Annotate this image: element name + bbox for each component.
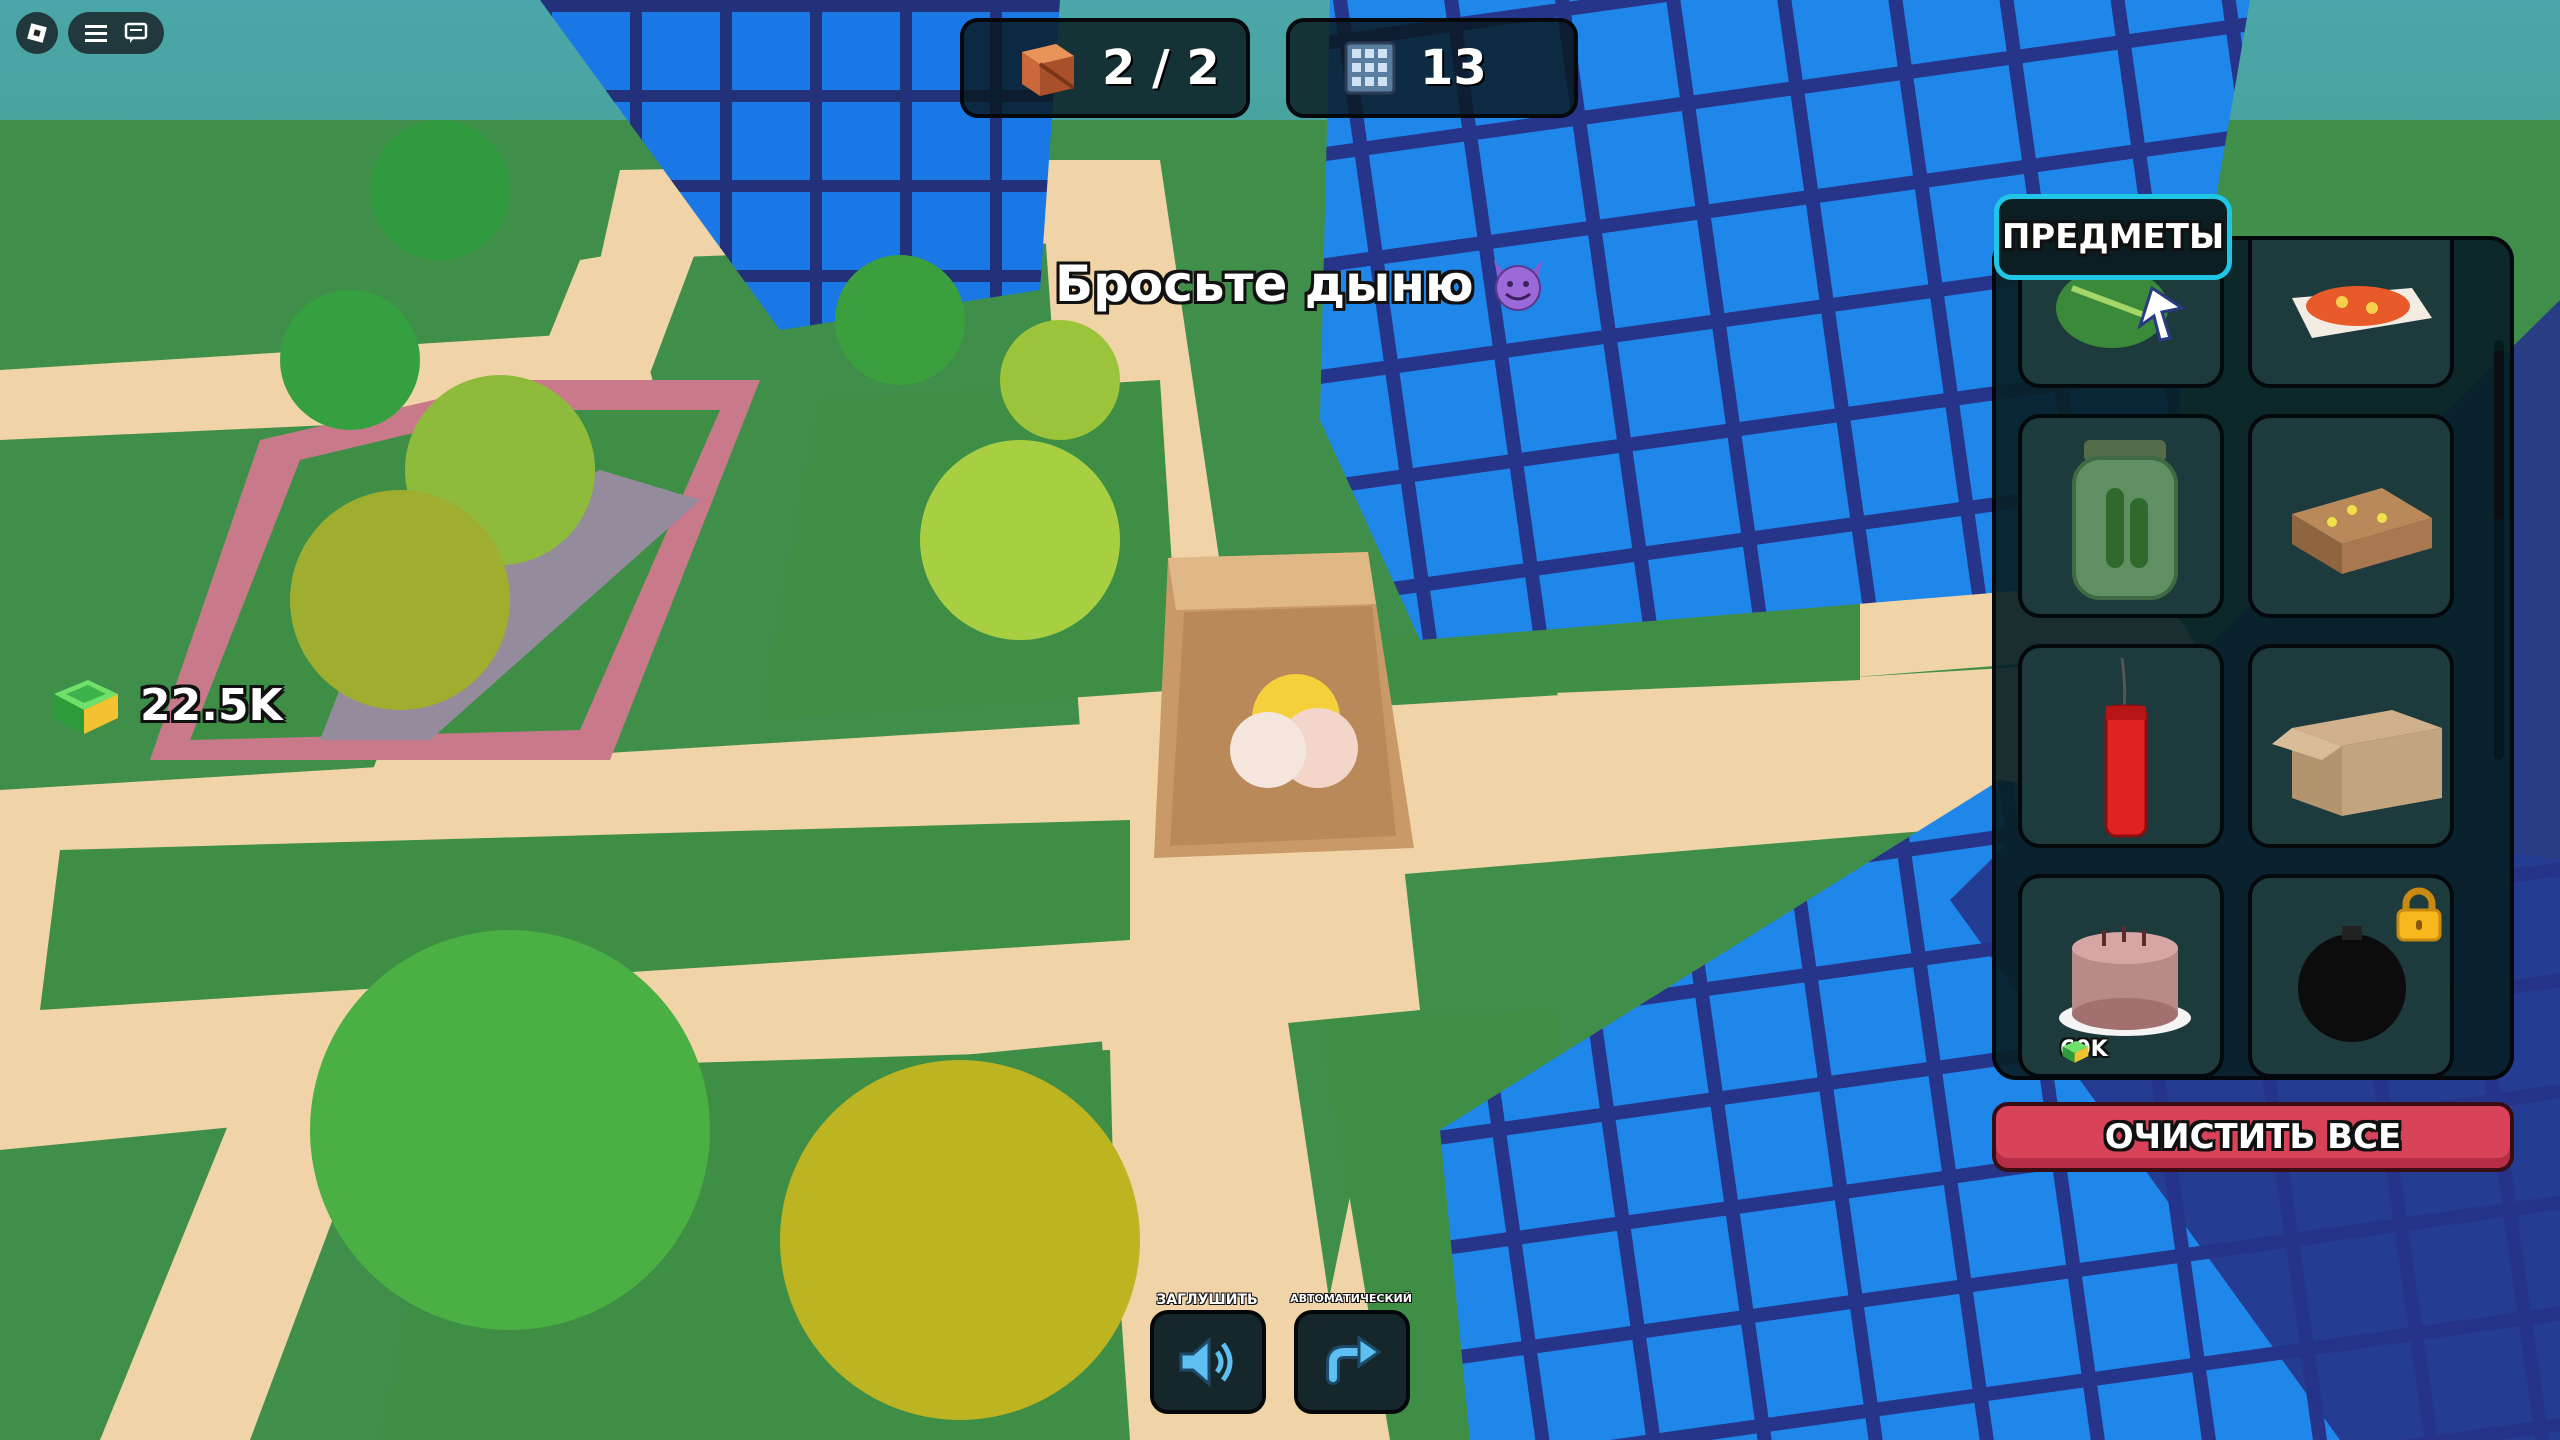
inventory-tab[interactable]: ПРЕДМЕТЫ: [1994, 194, 2232, 280]
inventory-slot-cake-slab[interactable]: [2248, 414, 2454, 618]
roblox-menu-button[interactable]: [16, 12, 58, 54]
auto-label: АВТОМАТИЧЕСКИЙ: [1290, 1292, 1412, 1305]
blocks-counter-value: 13: [1420, 40, 1487, 96]
cake-icon: [2059, 926, 2191, 1036]
pizza-icon: [2292, 286, 2432, 338]
clear-all-label: ОЧИСТИТЬ ВСЕ: [2104, 1117, 2402, 1157]
inventory-slot-cardboard-box[interactable]: [2248, 644, 2454, 848]
money-value: 22.5K: [140, 679, 283, 731]
redo-arrow-icon: [1326, 1335, 1382, 1385]
mute-button[interactable]: [1150, 1310, 1266, 1414]
cash-stack-icon: [54, 680, 118, 734]
auto-button[interactable]: [1294, 1310, 1410, 1414]
cardboard-box-icon: [2272, 710, 2442, 816]
roblox-toolbar: [68, 12, 164, 54]
speaker-icon: [1179, 1336, 1233, 1388]
money-display: 22.5K: [48, 672, 283, 738]
cake-price: 60K: [2060, 1037, 2108, 1063]
pickle-jar-icon: [2072, 440, 2178, 600]
chat-icon[interactable]: [124, 22, 148, 44]
inventory-scrollbar-thumb[interactable]: [2494, 350, 2504, 520]
roblox-logo-icon: [27, 23, 47, 43]
inventory-tab-label: ПРЕДМЕТЫ: [2001, 217, 2225, 257]
objective-hint: Бросьте дыню: [1055, 255, 1548, 313]
clear-all-button[interactable]: ОЧИСТИТЬ ВСЕ: [1992, 1102, 2514, 1172]
crate-icon: [1022, 44, 1076, 96]
inventory-slot-cake[interactable]: 60K: [2018, 874, 2224, 1076]
blocks-counter: 13: [1286, 18, 1578, 118]
objective-hint-text: Бросьте дыню: [1055, 255, 1474, 313]
inventory-panel: 60K: [1992, 236, 2514, 1080]
boxes-counter-value: 2 / 2: [1102, 40, 1220, 96]
inventory-slot-bomb[interactable]: [2248, 874, 2454, 1076]
inventory-slot-dynamite[interactable]: [2018, 644, 2224, 848]
dynamite-icon: [2104, 657, 2148, 838]
boxes-counter: 2 / 2: [960, 18, 1250, 118]
smiling-devil-icon: [1493, 260, 1542, 311]
padlock-icon: [2396, 887, 2442, 942]
inventory-slot-pizza[interactable]: [2248, 240, 2454, 388]
mute-label: ЗАГЛУШИТЬ: [1156, 1292, 1258, 1308]
inventory-slot-pickle-jar[interactable]: [2018, 414, 2224, 618]
cardboard-box-target: [1154, 552, 1414, 858]
hamburger-menu-icon[interactable]: [84, 24, 107, 42]
building-block-icon: [1344, 41, 1396, 95]
cash-stack-icon: [2062, 1040, 2089, 1063]
cake-slab-icon: [2292, 488, 2432, 574]
